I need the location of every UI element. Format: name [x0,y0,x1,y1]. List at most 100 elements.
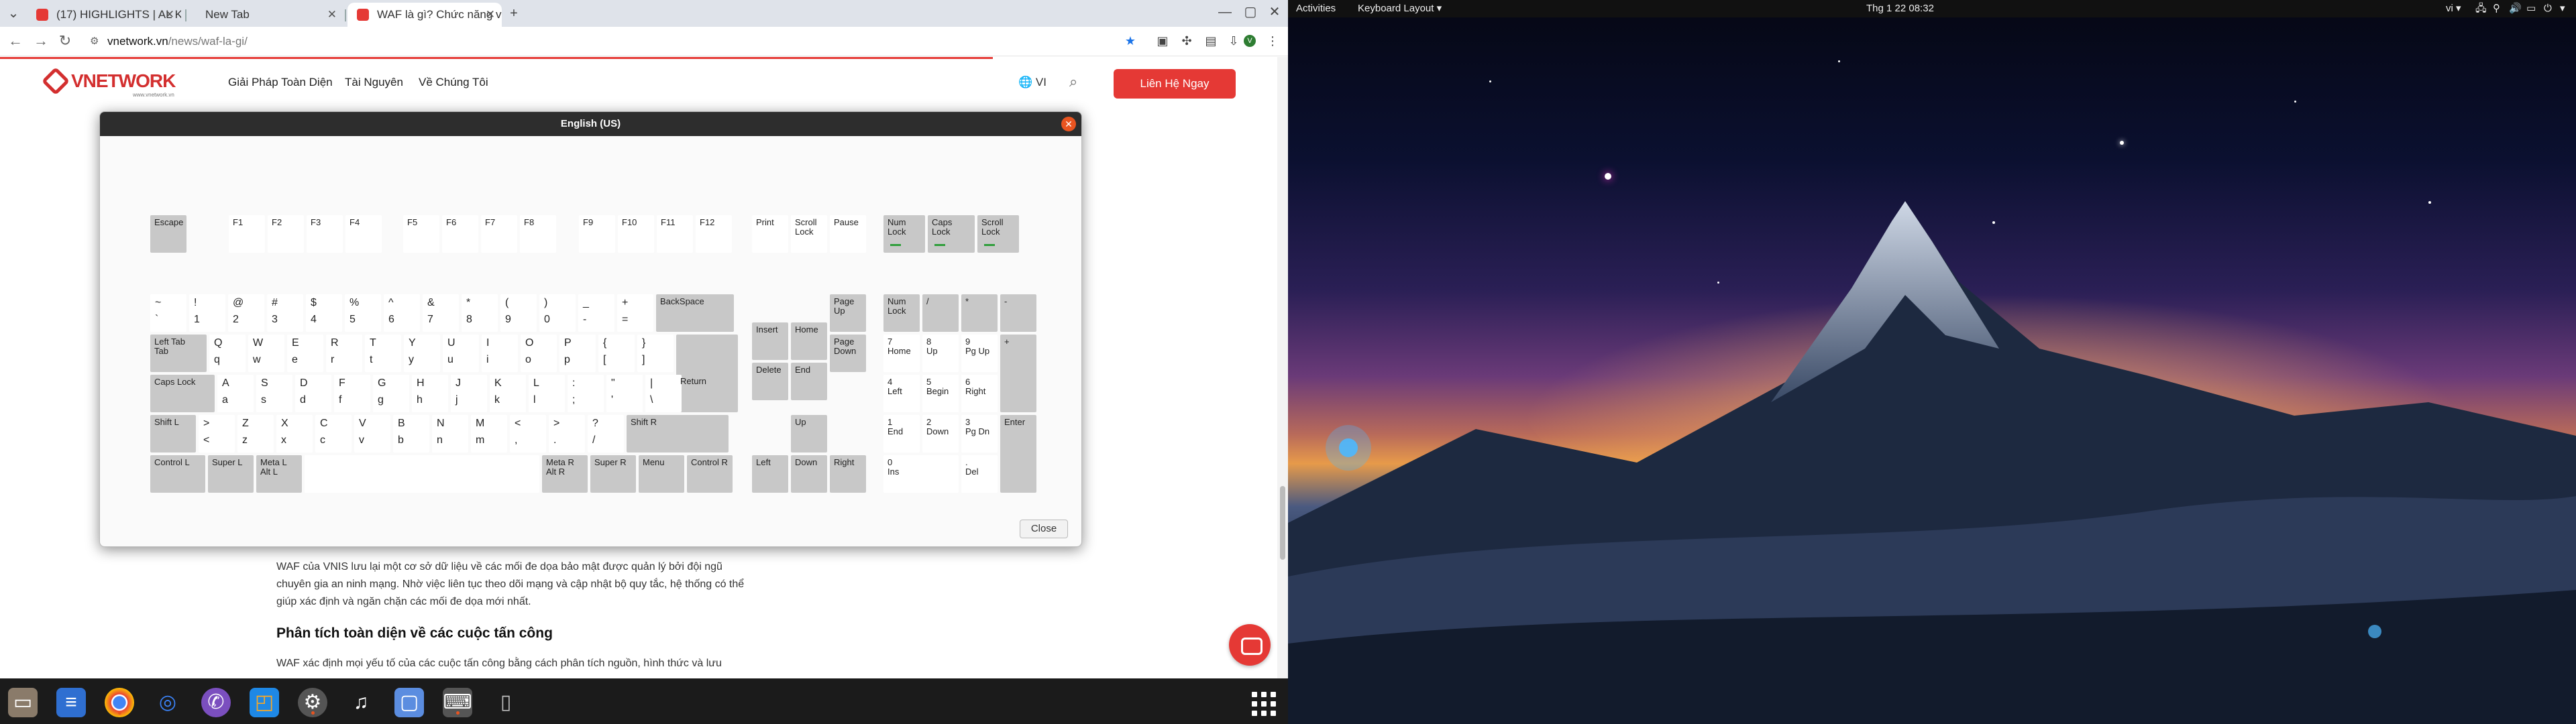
volume-icon[interactable]: 🔊 [2509,0,2522,17]
key-shift-label: G [378,377,386,389]
key-label: Shift R [631,417,657,427]
new-tab-icon[interactable]: + [504,5,523,21]
minimize-icon[interactable]: — [1216,4,1234,20]
back-icon[interactable]: ← [5,32,25,50]
search-icon[interactable]: ⌕ [1069,73,1077,90]
accessibility-icon[interactable]: ⚲ [2493,0,2500,17]
close-icon[interactable]: ✕ [327,3,337,27]
key-shift-label: I [486,337,490,349]
key-label: Insert [756,324,778,335]
key-shift-label: D [300,377,308,389]
app-menu[interactable]: Keyboard Layout ▾ [1358,0,1442,17]
key-sym: ~ ` [150,294,186,332]
power-icon[interactable]: ⏻ [2544,0,2552,17]
dock: ▭ ≡ ◎ ✆ ◰ ⚙ ♫ ▢ ⌨ ▯ [0,678,1288,724]
key-9: (9 [500,294,537,332]
maximize-icon[interactable]: ▢ [1241,4,1260,20]
nav-about[interactable]: Về Chúng Tôi [419,76,488,89]
tab-search-icon[interactable]: ⌄ [4,5,23,21]
trash-icon[interactable]: ▯ [491,688,521,717]
key-y: Yy [404,335,440,372]
key-1: ! 1 [189,294,225,332]
extension-icon[interactable]: ▣ [1154,32,1171,50]
files-icon[interactable]: ▭ [8,688,38,717]
nav-solutions[interactable]: Giải Pháp Toàn Diện [228,76,333,89]
close-icon[interactable]: ✕ [165,3,174,27]
chevron-down-icon[interactable]: ▾ [2560,0,2565,17]
key-base-label: x [281,434,286,446]
key-z: Zz [237,415,274,452]
battery-icon[interactable]: ▭ [2526,0,2536,17]
remote-desktop-icon[interactable]: ◰ [250,688,279,717]
network-icon[interactable]: ◎ [153,688,182,717]
screen-icon[interactable]: ▢ [394,688,424,717]
key-sym: _ - [578,294,614,332]
key-kp-3: 3 Pg Dn [961,415,998,452]
key-sym: {[ [598,335,635,372]
tab-youtube[interactable]: (17) HIGHLIGHTS | AL KH ✕ [27,3,181,27]
key-label: . Del [965,457,979,477]
key-shift-label: # [272,297,278,308]
chrome-icon[interactable] [105,688,134,717]
dialog-close-icon[interactable]: ✕ [1061,117,1076,131]
key-sym: + = [617,294,653,332]
key-kp-4: 4 Left [883,375,920,412]
page-load-progress [0,57,993,59]
tab-new-tab[interactable]: New Tab ✕ [189,3,343,27]
chrome-menu-icon[interactable]: ⋮ [1264,32,1281,50]
key-w: Ww [248,335,284,372]
key-i: Ii [482,335,518,372]
chat-bubble-button[interactable] [1229,624,1271,666]
key-print: Print [752,215,788,253]
forward-icon[interactable]: → [31,32,51,50]
bookmark-star-icon[interactable]: ★ [1122,32,1139,50]
address-bar[interactable]: ⚙ vnetwork.vn/news/waf-la-gi/ [82,31,1115,52]
keyboard-icon[interactable]: ⌨ [443,688,472,717]
key-kp-minus: - [1000,294,1036,332]
close-button[interactable]: Close [1020,520,1068,538]
extensions-puzzle-icon[interactable]: ✣ [1178,32,1195,50]
language-selector[interactable]: 🌐 VI [1018,76,1046,89]
key-label: Control R [691,457,728,467]
key-d: Dd [295,375,331,412]
text-editor-icon[interactable]: ≡ [56,688,86,717]
nav-resources[interactable]: Tài Nguyên [345,76,403,89]
key-shift-label: $ [311,297,317,308]
key-base-label: s [261,394,266,406]
key-shift-label: H [417,377,425,389]
page-scrollbar[interactable] [1277,57,1288,678]
key-shift-label: A [222,377,229,389]
tab-groups-icon[interactable]: ▤ [1202,32,1220,50]
clock[interactable]: Thg 1 22 08:32 [1866,0,1934,17]
key-f2: F2 [268,215,304,253]
music-icon[interactable]: ♫ [346,688,376,717]
downloads-icon[interactable]: ⇩ [1225,32,1242,50]
profile-avatar[interactable]: V [1244,35,1256,47]
key-f10: F10 [618,215,654,253]
key-p: Pp [559,335,596,372]
input-source[interactable]: vi ▾ [2446,0,2461,17]
viber-icon[interactable]: ✆ [201,688,231,717]
network-icon[interactable]: 🖧 [2475,0,2487,17]
window-close-icon[interactable]: ✕ [1265,4,1284,20]
tab-waf[interactable]: WAF là gì? Chức năng v ✕ [347,3,502,27]
site-info-icon[interactable]: ⚙ [90,31,99,52]
key-label: 8 Up [926,337,938,356]
indicator-led [934,244,945,246]
key-base-label: q [214,354,220,365]
key-label: 5 Begin [926,377,949,396]
key-label: F4 [350,217,360,227]
key-shift-label: W [253,337,264,349]
settings-icon[interactable]: ⚙ [298,688,327,717]
show-apps-icon[interactable] [1248,688,1277,717]
close-icon[interactable]: ✕ [486,3,495,27]
reload-icon[interactable]: ↻ [55,32,75,50]
scrollbar-thumb[interactable] [1280,486,1285,560]
activities-button[interactable]: Activities [1296,0,1336,17]
key-label: F11 [661,217,676,227]
key-base-label: < [203,434,210,446]
key-insert: Insert [752,322,788,360]
vnetwork-logo[interactable]: VNETWORK www.vnetwork.vn [41,66,176,98]
contact-button[interactable]: Liên Hệ Ngay [1114,69,1236,99]
key-label: Meta L Alt L [260,457,287,477]
